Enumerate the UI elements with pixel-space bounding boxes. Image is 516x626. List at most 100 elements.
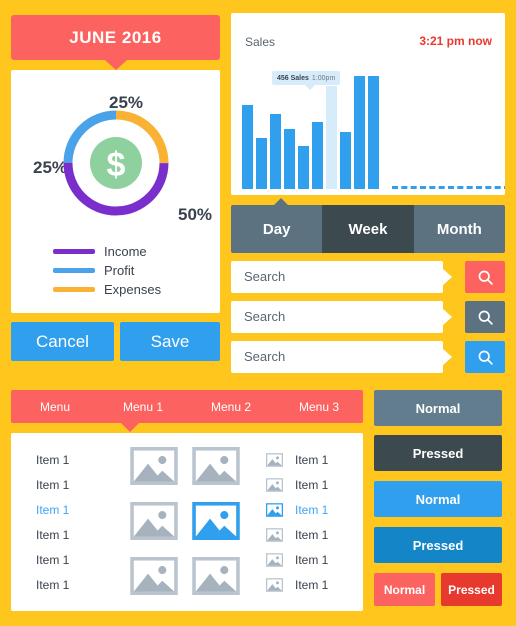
thumbnail-cell[interactable] [192,557,240,600]
bar-4[interactable] [284,129,295,189]
legend-label-income: Income [104,244,147,259]
bar-2[interactable] [256,138,267,189]
donut-percent-income: 50% [178,205,213,224]
thumbnail-cell[interactable] [192,502,240,545]
sales-timestamp: 3:21 pm now [419,34,492,48]
list-item[interactable]: Item 1 [36,547,126,572]
tab-day[interactable]: Day [231,205,323,253]
list-item-label: Item 1 [295,527,329,542]
donut-legend: Income Profit Expenses [53,242,161,299]
search-input-red-text: Search [244,269,286,284]
search-field-pointer-red [443,269,452,285]
donut-chart: $ [61,108,171,218]
list-item[interactable]: Item 1 [266,572,361,597]
image-icon [266,552,283,567]
legend-swatch-income [53,249,95,254]
menu-bar-pointer [121,423,139,432]
donut-chart-card: 25% 25% 50% $ Income Profit Expenses [11,70,220,313]
state-button-normal-red[interactable]: Normal [374,573,435,606]
legend-item-profit: Profit [53,261,161,280]
bar-5[interactable] [298,146,309,189]
search-field-pointer-gray [443,309,452,325]
thumbnail-cell[interactable] [130,502,178,545]
donut-svg: $ [63,110,169,216]
bar-7[interactable] [326,86,337,189]
state-button-normal-blue[interactable]: Normal [374,481,502,517]
list-item[interactable]: Item 1 [36,497,126,522]
list-item[interactable]: Item 1 [36,522,126,547]
tooltip-time: 1:00pm [311,74,336,82]
bar-1[interactable] [242,105,253,189]
tooltip-value: 456 Sales [277,74,309,82]
legend-item-income: Income [53,242,161,261]
search-input-blue[interactable]: Search [231,341,443,373]
list-item[interactable]: Item 1 [266,547,361,572]
image-icon [266,452,283,467]
thumbnail-cell[interactable] [130,557,178,600]
tab-month[interactable]: Month [413,205,505,253]
list-column-thumbnails [130,447,240,612]
image-icon [266,577,283,592]
search-button-red[interactable] [465,261,505,293]
image-icon [192,502,240,540]
legend-item-expenses: Expenses [53,280,161,299]
image-icon [130,557,178,595]
list-item[interactable]: Item 1 [266,522,361,547]
search-input-gray[interactable]: Search [231,301,443,333]
tooltip-pointer [305,85,315,90]
menu-bar: Menu Menu 1 Menu 2 Menu 3 [11,390,363,423]
search-button-gray[interactable] [465,301,505,333]
list-item-label: Item 1 [295,502,329,517]
bar-tooltip: 456 Sales 1:00pm [272,71,341,85]
bar-10[interactable] [368,76,379,189]
save-button[interactable]: Save [120,322,220,361]
search-icon [478,270,493,285]
list-column-icon-items: Item 1 Item 1 Item 1 Item 1 Item 1 Item 1 [266,447,361,597]
image-icon [266,502,283,517]
state-button-pressed-slate[interactable]: Pressed [374,435,502,471]
legend-label-profit: Profit [104,263,135,278]
image-icon [130,447,178,485]
list-item[interactable]: Item 1 [266,447,361,472]
menu-item-3[interactable]: Menu 3 [275,400,363,414]
thumbnail-row [130,447,240,490]
search-input-gray-text: Search [244,309,286,324]
state-button-pressed-blue[interactable]: Pressed [374,527,502,563]
list-item[interactable]: Item 1 [36,572,126,597]
cancel-button[interactable]: Cancel [11,322,114,361]
bar-6[interactable] [312,122,323,189]
image-icon [266,527,283,542]
thumbnail-row [130,502,240,545]
search-button-blue[interactable] [465,341,505,373]
bar-8[interactable] [340,132,351,189]
month-header-pointer [105,60,127,70]
search-input-blue-text: Search [244,349,286,364]
list-item[interactable]: Item 1 [36,447,126,472]
search-input-red[interactable]: Search [231,261,443,293]
month-header-label: JUNE 2016 [69,27,162,47]
bar-9[interactable] [354,76,365,189]
state-button-pressed-red[interactable]: Pressed [441,573,502,606]
list-item[interactable]: Item 1 [266,497,361,522]
list-column-text: Item 1 Item 1 Item 1 Item 1 Item 1 Item 1 [36,447,126,597]
menu-item-2[interactable]: Menu 2 [187,400,275,414]
bar-3[interactable] [270,114,281,189]
state-button-normal-gray[interactable]: Normal [374,390,502,426]
thumbnail-cell[interactable] [130,447,178,490]
image-icon [192,557,240,595]
legend-swatch-profit [53,268,95,273]
image-icon [266,477,283,492]
menu-item-0[interactable]: Menu [11,400,99,414]
thumbnail-row [130,557,240,600]
sales-title: Sales [245,35,276,49]
list-card: Item 1 Item 1 Item 1 Item 1 Item 1 Item 1 Ite… [11,433,363,611]
thumbnail-cell[interactable] [192,447,240,490]
list-item[interactable]: Item 1 [266,472,361,497]
list-item[interactable]: Item 1 [36,472,126,497]
search-row-gray: Search [231,301,505,333]
menu-item-1[interactable]: Menu 1 [99,400,187,414]
image-icon [130,502,178,540]
list-item-label: Item 1 [295,477,329,492]
tab-week[interactable]: Week [322,205,414,253]
sales-bar-chart: 456 Sales 1:00pm [242,71,505,191]
